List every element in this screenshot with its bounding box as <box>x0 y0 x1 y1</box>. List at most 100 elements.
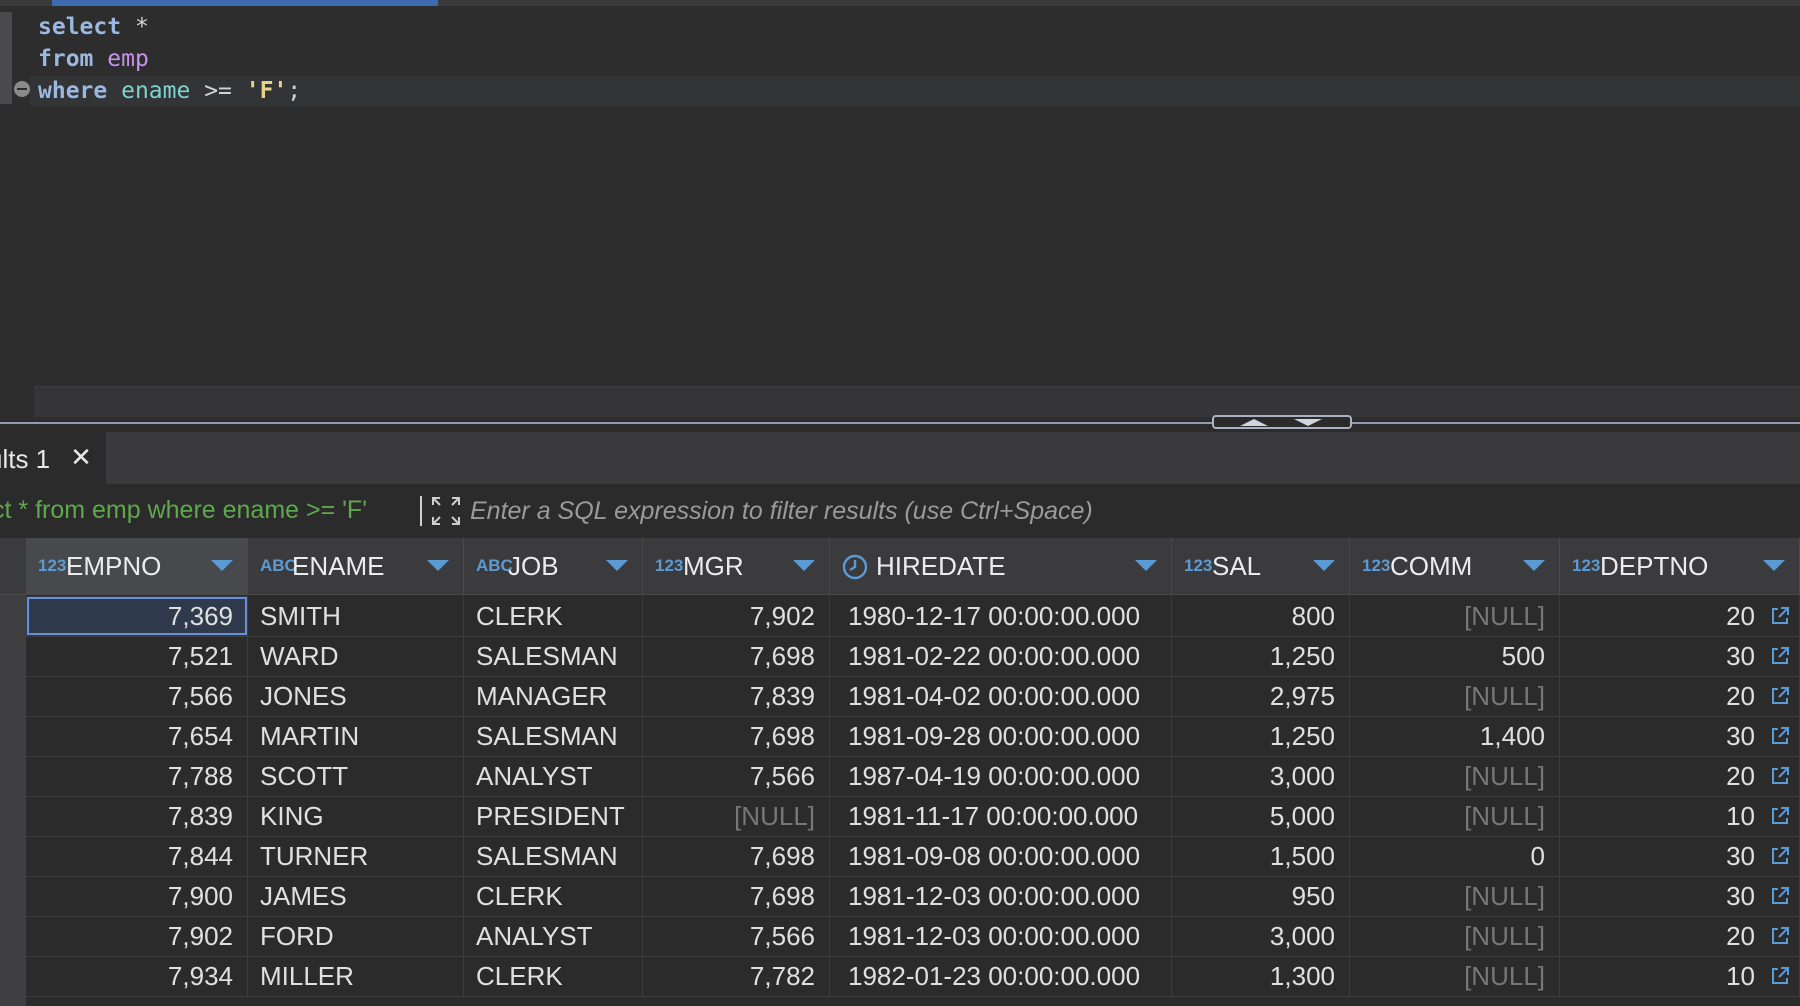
cell-empno[interactable]: 7,654 <box>26 716 248 756</box>
sort-dropdown-icon[interactable] <box>1135 560 1157 571</box>
external-link-icon[interactable] <box>1769 725 1791 747</box>
cell-hiredate[interactable]: 1981-11-17 00:00:00.000 <box>830 796 1172 836</box>
cell-mgr[interactable]: 7,698 <box>643 716 830 756</box>
cell-hiredate[interactable]: 1981-04-02 00:00:00.000 <box>830 676 1172 716</box>
external-link-icon[interactable] <box>1769 605 1791 627</box>
cell-empno[interactable]: 7,839 <box>26 796 248 836</box>
external-link-icon[interactable] <box>1769 885 1791 907</box>
filter-input[interactable] <box>470 494 1790 528</box>
cell-job[interactable]: CLERK <box>464 876 643 916</box>
cell-mgr[interactable]: 7,839 <box>643 676 830 716</box>
cell-job[interactable]: SALESMAN <box>464 636 643 676</box>
cell-sal[interactable]: 5,000 <box>1172 796 1350 836</box>
results-grid[interactable]: 123 EMPNO ABC ENAME ABC JOB 123 MGR HIREDATE 123 S… <box>0 538 1800 1006</box>
cell-job[interactable]: MANAGER <box>464 676 643 716</box>
cell-ename[interactable]: WARD <box>248 636 464 676</box>
cell-deptno[interactable]: 20 <box>1560 596 1800 636</box>
cell-hiredate[interactable]: 1981-09-08 00:00:00.000 <box>830 836 1172 876</box>
panel-splitter[interactable] <box>0 422 1800 424</box>
cell-mgr[interactable]: 7,902 <box>643 596 830 636</box>
cell-deptno[interactable]: 10 <box>1560 956 1800 996</box>
sort-dropdown-icon[interactable] <box>211 560 233 571</box>
cell-comm[interactable]: [NULL] <box>1350 796 1560 836</box>
cell-job[interactable]: PRESIDENT <box>464 796 643 836</box>
table-row[interactable]: 7,934 MILLER CLERK 7,782 1982-01-23 00:00:00… <box>26 956 1800 997</box>
cell-comm[interactable]: [NULL] <box>1350 596 1560 636</box>
cell-mgr[interactable]: 7,698 <box>643 836 830 876</box>
cell-deptno[interactable]: 30 <box>1560 876 1800 916</box>
cell-empno[interactable]: 7,902 <box>26 916 248 956</box>
cell-sal[interactable]: 950 <box>1172 876 1350 916</box>
cell-sal[interactable]: 3,000 <box>1172 756 1350 796</box>
cell-deptno[interactable]: 30 <box>1560 836 1800 876</box>
sort-dropdown-icon[interactable] <box>1763 560 1785 571</box>
splitter-toggle-handle[interactable] <box>1212 415 1352 429</box>
cell-mgr[interactable]: 7,698 <box>643 876 830 916</box>
table-row[interactable]: 7,839 KING PRESIDENT [NULL] 1981-11-17 00:00… <box>26 796 1800 837</box>
column-header-job[interactable]: ABC JOB <box>464 538 643 594</box>
sort-dropdown-icon[interactable] <box>606 560 628 571</box>
cell-job[interactable]: ANALYST <box>464 756 643 796</box>
cell-empno[interactable]: 7,844 <box>26 836 248 876</box>
cell-deptno[interactable]: 20 <box>1560 676 1800 716</box>
cell-job[interactable]: ANALYST <box>464 916 643 956</box>
cell-deptno[interactable]: 30 <box>1560 636 1800 676</box>
cell-job[interactable]: CLERK <box>464 956 643 996</box>
cell-job[interactable]: SALESMAN <box>464 836 643 876</box>
cell-comm[interactable]: [NULL] <box>1350 876 1560 916</box>
cell-ename[interactable]: KING <box>248 796 464 836</box>
table-row[interactable]: 7,844 TURNER SALESMAN 7,698 1981-09-08 00:00… <box>26 836 1800 877</box>
cell-sal[interactable]: 800 <box>1172 596 1350 636</box>
cell-empno[interactable]: 7,934 <box>26 956 248 996</box>
cell-sal[interactable]: 3,000 <box>1172 916 1350 956</box>
cell-comm[interactable]: [NULL] <box>1350 916 1560 956</box>
cell-comm[interactable]: 1,400 <box>1350 716 1560 756</box>
row-header-column[interactable] <box>0 538 26 1006</box>
sql-editor[interactable]: select * from emp where ename >= 'F'; <box>0 0 1800 420</box>
sort-dropdown-icon[interactable] <box>1523 560 1545 571</box>
expand-icon[interactable] <box>430 495 462 527</box>
cell-hiredate[interactable]: 1987-04-19 00:00:00.000 <box>830 756 1172 796</box>
cell-deptno[interactable]: 20 <box>1560 756 1800 796</box>
cell-hiredate[interactable]: 1981-12-03 00:00:00.000 <box>830 876 1172 916</box>
cell-ename[interactable]: JONES <box>248 676 464 716</box>
cell-comm[interactable]: 500 <box>1350 636 1560 676</box>
cell-sal[interactable]: 2,975 <box>1172 676 1350 716</box>
fold-collapse-icon[interactable] <box>14 81 30 97</box>
cell-mgr[interactable]: 7,698 <box>643 636 830 676</box>
external-link-icon[interactable] <box>1769 805 1791 827</box>
cell-hiredate[interactable]: 1982-01-23 00:00:00.000 <box>830 956 1172 996</box>
cell-ename[interactable]: FORD <box>248 916 464 956</box>
cell-empno[interactable]: 7,369 <box>26 596 248 636</box>
external-link-icon[interactable] <box>1769 965 1791 987</box>
column-header-hiredate[interactable]: HIREDATE <box>830 538 1172 594</box>
column-header-ename[interactable]: ABC ENAME <box>248 538 464 594</box>
cell-sal[interactable]: 1,250 <box>1172 636 1350 676</box>
cell-ename[interactable]: JAMES <box>248 876 464 916</box>
code-line-2[interactable]: from emp <box>38 44 149 74</box>
sort-dropdown-icon[interactable] <box>793 560 815 571</box>
external-link-icon[interactable] <box>1769 645 1791 667</box>
code-line-1[interactable]: select * <box>38 12 149 42</box>
cell-deptno[interactable]: 30 <box>1560 716 1800 756</box>
table-row[interactable]: 7,369 SMITH CLERK 7,902 1980-12-17 00:00:00.… <box>26 596 1800 637</box>
tab-results-1[interactable]: ults 1 ✕ <box>0 432 106 484</box>
column-header-comm[interactable]: 123 COMM <box>1350 538 1560 594</box>
cell-empno[interactable]: 7,566 <box>26 676 248 716</box>
cell-deptno[interactable]: 10 <box>1560 796 1800 836</box>
cell-sal[interactable]: 1,300 <box>1172 956 1350 996</box>
table-row[interactable]: 7,521 WARD SALESMAN 7,698 1981-02-22 00:00:0… <box>26 636 1800 677</box>
cell-ename[interactable]: TURNER <box>248 836 464 876</box>
cell-hiredate[interactable]: 1980-12-17 00:00:00.000 <box>830 596 1172 636</box>
cell-ename[interactable]: MARTIN <box>248 716 464 756</box>
cell-mgr[interactable]: 7,782 <box>643 956 830 996</box>
column-header-sal[interactable]: 123 SAL <box>1172 538 1350 594</box>
cell-mgr[interactable]: 7,566 <box>643 916 830 956</box>
cell-job[interactable]: CLERK <box>464 596 643 636</box>
cell-deptno[interactable]: 20 <box>1560 916 1800 956</box>
cell-hiredate[interactable]: 1981-12-03 00:00:00.000 <box>830 916 1172 956</box>
cell-hiredate[interactable]: 1981-09-28 00:00:00.000 <box>830 716 1172 756</box>
cell-sal[interactable]: 1,500 <box>1172 836 1350 876</box>
editor-horizontal-scrollbar[interactable] <box>34 386 1800 417</box>
cell-ename[interactable]: MILLER <box>248 956 464 996</box>
